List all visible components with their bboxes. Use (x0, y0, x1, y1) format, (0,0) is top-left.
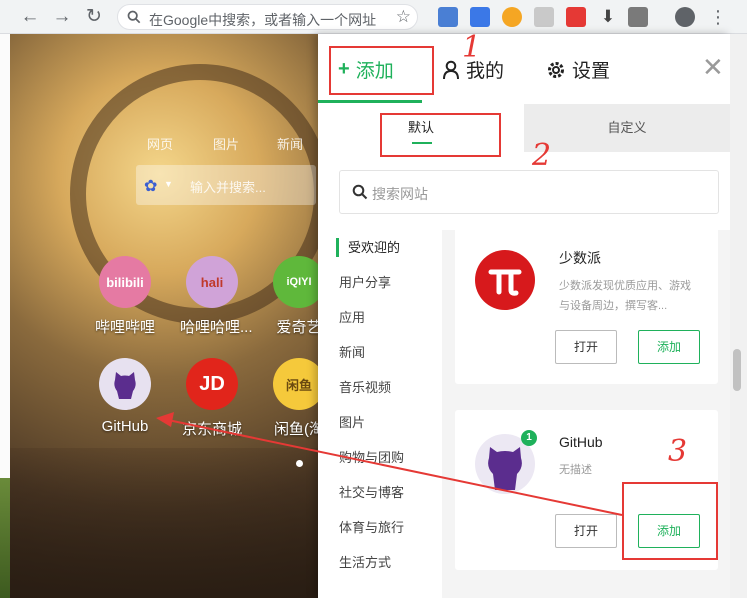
iqiyi-logo-text: iQIYI (286, 276, 312, 288)
floor-decoration (10, 448, 318, 598)
search-tab-images[interactable]: 图片 (213, 134, 239, 153)
category-sports-travel[interactable]: 体育与旅行 (318, 510, 442, 545)
site-name: GitHub (559, 434, 603, 450)
site-card: 少数派 少数派发现优质应用、游戏与设备周边，撰写客... 打开 添加 (455, 230, 718, 384)
video-extension-icon[interactable] (566, 7, 586, 27)
tile-halihali[interactable]: hali 哈哩哈哩... (180, 256, 253, 337)
page-search-box[interactable]: ✿ ▼ 输入并搜索... (136, 165, 316, 205)
site-name: 少数派 (559, 250, 601, 266)
tile-label: 哈哩哈哩... (180, 319, 253, 336)
tile-bilibili[interactable]: bilibili 哔哩哔哩 (93, 256, 157, 337)
category-user-shared[interactable]: 用户分享 (318, 265, 442, 300)
search-tab-web[interactable]: 网页 (147, 134, 173, 153)
tile-label: 爱奇艺 (276, 319, 318, 336)
count-badge: 1 (521, 430, 537, 446)
new-tab-background: 网页 图片 新闻 ✿ ▼ 输入并搜索... bilibili 哔哩哔哩 hali… (10, 34, 318, 598)
category-lifestyle[interactable]: 生活方式 (318, 545, 442, 580)
category-popular[interactable]: 受欢迎的 (318, 230, 442, 265)
tile-label: 闲鱼(淘 (274, 421, 318, 438)
search-icon (127, 10, 141, 24)
address-bar[interactable]: 在Google中搜索，或者输入一个网址 ☆ (117, 4, 418, 30)
halihali-logo-icon: hali (186, 256, 238, 308)
browser-toolbar: ← → ↻ 在Google中搜索，或者输入一个网址 ☆ ⬇ ⋮ (0, 0, 747, 34)
page-indicator-dot[interactable] (296, 460, 303, 467)
profile-avatar-icon[interactable] (675, 7, 695, 27)
shield-extension-icon[interactable] (438, 7, 458, 27)
reload-button[interactable]: ↻ (82, 5, 106, 29)
chevron-down-icon[interactable]: ▼ (164, 179, 173, 189)
category-news[interactable]: 新闻 (318, 335, 442, 370)
address-placeholder: 在Google中搜索，或者输入一个网址 (149, 12, 377, 28)
tile-github[interactable]: GitHub (93, 358, 157, 435)
annotation-box-default-subtab (380, 113, 501, 157)
annotation-number: 1 (462, 30, 482, 65)
annotation-number: 3 (668, 434, 688, 469)
background-window-strip (0, 34, 10, 598)
subtab-custom[interactable]: 自定义 (524, 104, 730, 152)
add-button[interactable]: 添加 (638, 330, 700, 364)
translate-extension-icon[interactable] (470, 7, 490, 27)
xianyu-logo-text: 闲鱼 (285, 377, 312, 393)
annotation-box-add-tab (329, 46, 434, 95)
tile-label: GitHub (101, 418, 149, 435)
menu-kebab-icon[interactable]: ⋮ (708, 7, 728, 27)
tile-jd[interactable]: JD 京东商城 (180, 358, 244, 439)
open-button[interactable]: 打开 (555, 514, 617, 548)
forward-button[interactable]: → (50, 5, 74, 29)
tab-settings-label: 设置 (572, 61, 611, 82)
infinity-extension-icon[interactable] (502, 7, 522, 27)
octocat-icon (114, 372, 136, 399)
search-tab-news[interactable]: 新闻 (277, 134, 303, 153)
category-images[interactable]: 图片 (318, 405, 442, 440)
active-tab-underline (318, 100, 422, 103)
scrollbar-thumb[interactable] (733, 349, 741, 391)
iqiyi-logo-icon: iQIYI (273, 256, 318, 308)
open-button[interactable]: 打开 (555, 330, 617, 364)
tab-settings[interactable]: 设置 (546, 56, 610, 83)
pi-icon (488, 269, 522, 296)
category-social[interactable]: 社交与博客 (318, 475, 442, 510)
back-button[interactable]: ← (18, 5, 42, 29)
baidu-paw-icon[interactable]: ✿ (144, 176, 157, 196)
sspai-logo-icon (475, 250, 535, 310)
bookmark-star-icon[interactable]: ☆ (396, 7, 411, 27)
close-icon[interactable]: ✕ (702, 54, 724, 80)
annotation-box-add-button (622, 482, 718, 560)
bilibili-logo-text: bilibili (106, 274, 144, 290)
download-icon[interactable]: ⬇ (598, 7, 618, 27)
desktop-wallpaper (0, 478, 10, 598)
search-icon (352, 184, 368, 200)
jd-logo-icon: JD (186, 358, 238, 410)
arrow-right-icon: → (52, 6, 72, 27)
xianyu-logo-icon: 闲鱼 (273, 358, 318, 410)
user-icon (443, 60, 459, 79)
github-octocat-icon (99, 358, 151, 410)
tab-manager-extension-icon[interactable] (628, 7, 648, 27)
tree-extension-icon[interactable] (534, 7, 554, 27)
tile-iqiyi[interactable]: iQIYI 爱奇艺 (267, 256, 318, 337)
site-description: 少数派发现优质应用、游戏与设备周边，撰写客... (559, 280, 691, 312)
jd-logo-text: JD (199, 372, 225, 395)
tile-label: 哔哩哔哩 (94, 319, 155, 336)
annotation-number: 2 (532, 138, 552, 173)
tile-label: 京东商城 (181, 421, 242, 438)
category-shopping[interactable]: 购物与团购 (318, 440, 442, 475)
page-scrollbar[interactable] (730, 34, 747, 598)
category-music-video[interactable]: 音乐视频 (318, 370, 442, 405)
site-search-input[interactable]: 搜索网站 (339, 170, 719, 214)
arrow-left-icon: ← (20, 6, 40, 27)
halihali-logo-text: hali (200, 274, 224, 290)
category-apps[interactable]: 应用 (318, 300, 442, 335)
page-search-placeholder: 输入并搜索... (190, 180, 266, 195)
reload-icon: ↻ (86, 6, 102, 27)
gear-icon (548, 61, 564, 78)
category-label: 受欢迎的 (348, 240, 401, 255)
bilibili-logo-icon: bilibili (99, 256, 151, 308)
site-search-placeholder: 搜索网站 (372, 186, 428, 202)
category-list: 受欢迎的 用户分享 应用 新闻 音乐视频 图片 购物与团购 社交与博客 体育与旅… (318, 230, 442, 580)
tile-xianyu[interactable]: 闲鱼 闲鱼(淘 (267, 358, 318, 439)
